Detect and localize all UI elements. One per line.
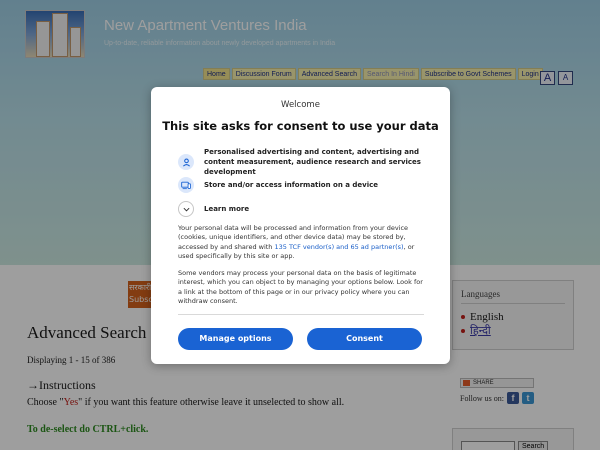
consent-title: This site asks for consent to use your d…	[162, 119, 439, 133]
device-icon	[178, 177, 194, 193]
consent-button[interactable]: Consent	[307, 328, 422, 350]
vendors-link[interactable]: 135 TCF vendor(s) and 65 ad partner(s)	[275, 243, 404, 251]
purpose-text: Store and/or access information on a dev…	[204, 181, 379, 189]
divider	[178, 314, 424, 315]
learn-more-toggle[interactable]: Learn more	[178, 201, 249, 217]
purpose-device-storage: Store and/or access information on a dev…	[178, 177, 429, 193]
consent-paragraph-2: Some vendors may process your personal d…	[178, 269, 423, 305]
consent-dialog: Welcome This site asks for consent to us…	[151, 87, 450, 364]
purpose-personalised-ads: Personalised advertising and content, ad…	[178, 147, 429, 177]
person-icon	[178, 154, 194, 170]
learn-more-label: Learn more	[204, 205, 250, 213]
manage-options-button[interactable]: Manage options	[178, 328, 293, 350]
chevron-down-icon[interactable]	[178, 201, 194, 217]
consent-welcome: Welcome	[281, 100, 320, 110]
purpose-text: Personalised advertising and content, ad…	[204, 148, 421, 176]
consent-paragraph-1: Your personal data will be processed and…	[178, 224, 415, 260]
